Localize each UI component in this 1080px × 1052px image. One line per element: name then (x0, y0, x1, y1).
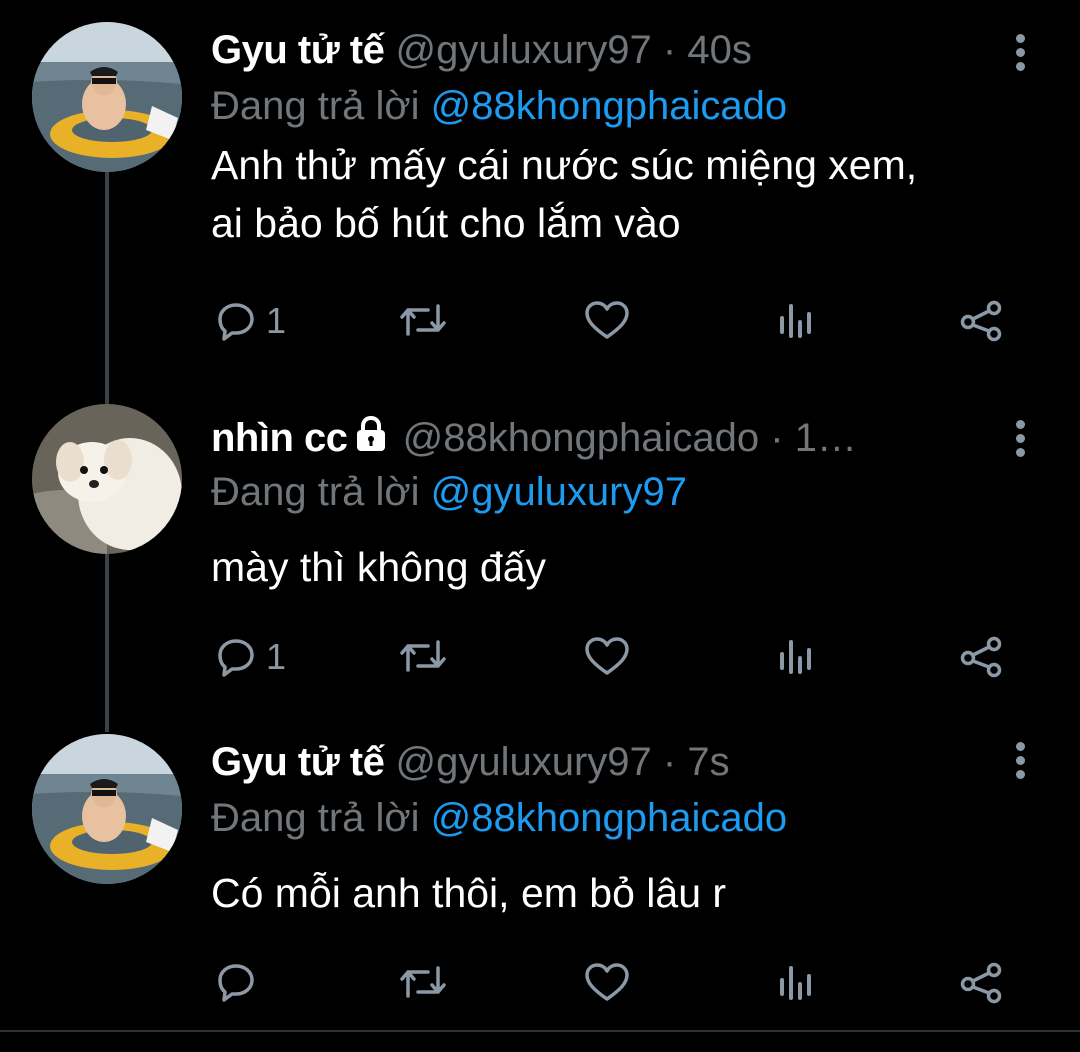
replying-prefix: Đang trả lời (211, 796, 420, 840)
reply-icon (218, 964, 254, 1002)
mention-link[interactable]: @gyuluxury97 (431, 470, 687, 514)
retweet-icon (400, 304, 446, 336)
analytics-button[interactable] (778, 638, 814, 674)
tweet-header: nhìn cc @88khongphaicado · 1… (211, 408, 857, 468)
display-name[interactable]: Gyu tử tế (211, 28, 385, 72)
reply-count: 1 (266, 636, 287, 677)
timestamp[interactable]: 40s (687, 28, 752, 72)
like-button[interactable] (584, 300, 630, 340)
mention-link[interactable]: @88khongphaicado (431, 84, 787, 128)
tweet-text-line: ai bảo bố hút cho lắm vào (211, 200, 681, 246)
tweet-text-line: Anh thử mấy cái nước súc miệng xem, (211, 142, 918, 188)
analytics-icon (780, 304, 811, 338)
tweet-text: Có mỗi anh thôi, em bỏ lâu r (211, 864, 1051, 922)
analytics-button[interactable] (778, 964, 814, 1000)
more-vertical-icon[interactable] (1012, 32, 1028, 72)
reply-button[interactable]: 1 (216, 300, 286, 342)
more-vertical-icon[interactable] (1012, 740, 1028, 780)
heart-icon (585, 301, 629, 339)
retweet-button[interactable] (398, 636, 448, 676)
tweet[interactable]: Gyu tử tế @gyuluxury97 · 7s Đang trả lời… (0, 722, 1080, 1052)
reply-icon (218, 303, 254, 341)
analytics-icon (780, 640, 811, 674)
reply-icon (218, 639, 254, 677)
separator: · (770, 416, 784, 460)
timestamp[interactable]: 1… (795, 416, 857, 460)
retweet-icon (400, 966, 446, 998)
tweet-actions: 1 (0, 300, 1080, 360)
like-button[interactable] (584, 962, 630, 1002)
tweet-text: Anh thử mấy cái nước súc miệng xem, ai b… (211, 136, 1051, 252)
share-button[interactable] (958, 300, 1004, 342)
tweet[interactable]: nhìn cc @88khongphaicado · 1… Đang trả l… (0, 396, 1080, 726)
user-handle[interactable]: @gyuluxury97 (396, 740, 652, 784)
heart-icon (585, 637, 629, 675)
mention-link[interactable]: @88khongphaicado (431, 796, 787, 840)
tweet-header: Gyu tử tế @gyuluxury97 · 7s (211, 732, 730, 792)
replying-prefix: Đang trả lời (211, 84, 420, 128)
share-button[interactable] (958, 962, 1004, 1004)
reply-button[interactable] (216, 962, 266, 1002)
display-name[interactable]: nhìn cc (211, 416, 348, 460)
user-handle[interactable]: @88khongphaicado (403, 416, 759, 460)
reply-button[interactable]: 1 (216, 636, 286, 678)
tweet-text-line: mày thì không đấy (211, 544, 547, 590)
retweet-icon (400, 640, 446, 672)
avatar[interactable] (32, 22, 182, 172)
user-handle[interactable]: @gyuluxury97 (396, 28, 652, 72)
share-icon (960, 636, 1002, 678)
replying-to: Đang trả lời @88khongphaicado (211, 78, 787, 134)
retweet-button[interactable] (398, 962, 448, 1002)
tweet-text-line: Có mỗi anh thôi, em bỏ lâu r (211, 870, 727, 916)
analytics-icon (780, 966, 811, 1000)
like-button[interactable] (584, 636, 630, 676)
more-vertical-icon[interactable] (1012, 418, 1028, 458)
avatar[interactable] (32, 404, 182, 554)
display-name[interactable]: Gyu tử tế (211, 740, 385, 784)
replying-to: Đang trả lời @gyuluxury97 (211, 464, 687, 520)
bottom-divider (0, 1030, 1080, 1032)
replying-to: Đang trả lời @88khongphaicado (211, 790, 787, 846)
timestamp[interactable]: 7s (687, 740, 729, 784)
tweet[interactable]: Gyu tử tế @gyuluxury97 · 40s Đang trả lờ… (0, 0, 1080, 342)
replying-prefix: Đang trả lời (211, 470, 420, 514)
separator: · (662, 28, 677, 72)
tweet-actions: 1 (0, 636, 1080, 696)
tweet-actions (0, 962, 1080, 1022)
separator: · (662, 740, 677, 784)
tweet-header: Gyu tử tế @gyuluxury97 · 40s (211, 20, 752, 80)
share-icon (960, 962, 1002, 1004)
lock-icon (354, 410, 388, 470)
avatar[interactable] (32, 734, 182, 884)
share-button[interactable] (958, 636, 1004, 678)
analytics-button[interactable] (778, 302, 814, 338)
reply-count: 1 (266, 300, 287, 341)
retweet-button[interactable] (398, 300, 448, 340)
tweet-text: mày thì không đấy (211, 538, 1051, 596)
share-icon (960, 300, 1002, 342)
heart-icon (585, 963, 629, 1001)
